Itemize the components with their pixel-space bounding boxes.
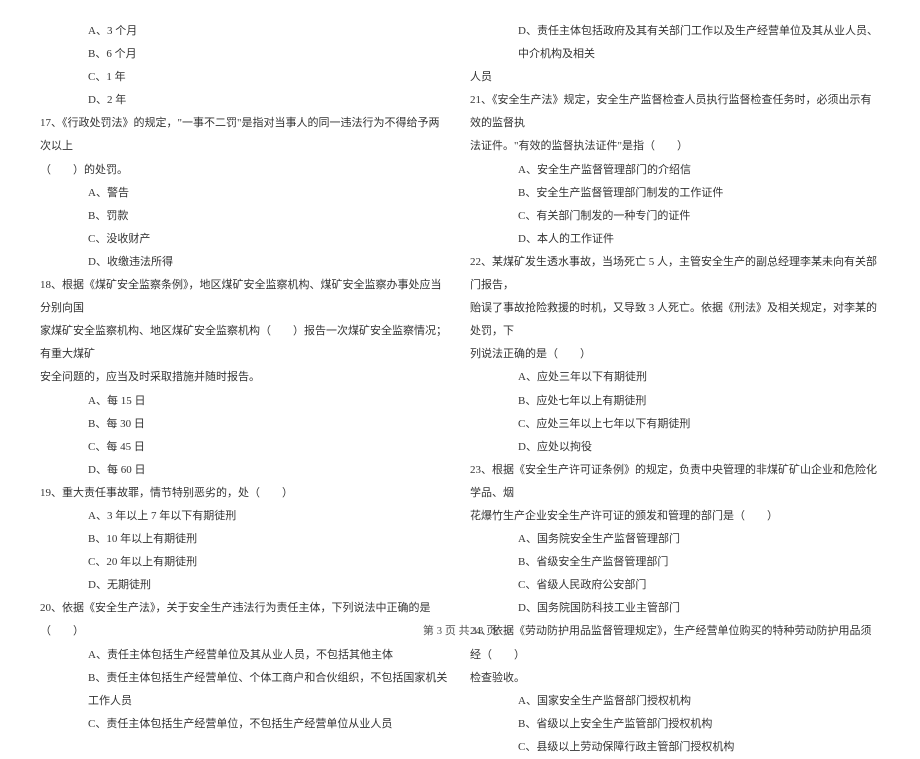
- text-line: C、责任主体包括生产经营单位，不包括生产经营单位从业人员: [40, 713, 450, 736]
- text-line: 19、重大责任事故罪，情节特别恶劣的，处（ ）: [40, 482, 450, 505]
- text-line: B、罚款: [40, 205, 450, 228]
- text-line: B、省级以上安全生产监管部门授权机构: [470, 713, 880, 736]
- text-line: D、责任主体包括政府及其有关部门工作以及生产经营单位及其从业人员、中介机构及相关: [470, 20, 880, 66]
- text-line: B、责任主体包括生产经营单位、个体工商户和合伙组织，不包括国家机关工作人员: [40, 667, 450, 713]
- text-line: 17、《行政处罚法》的规定，"一事不二罚"是指对当事人的同一违法行为不得给予两次…: [40, 112, 450, 158]
- text-line: D、本人的工作证件: [470, 228, 880, 251]
- text-line: B、安全生产监督管理部门制发的工作证件: [470, 182, 880, 205]
- text-line: A、警告: [40, 182, 450, 205]
- text-line: D、2 年: [40, 89, 450, 112]
- text-line: 23、根据《安全生产许可证条例》的规定，负责中央管理的非煤矿矿山企业和危险化学品…: [470, 459, 880, 505]
- right-column: D、责任主体包括政府及其有关部门工作以及生产经营单位及其从业人员、中介机构及相关…: [470, 20, 880, 600]
- text-line: C、有关部门制发的一种专门的证件: [470, 205, 880, 228]
- text-line: 法证件。"有效的监督执法证件"是指（ ）: [470, 135, 880, 158]
- page-footer: 第 3 页 共 13 页: [0, 622, 920, 638]
- text-line: A、每 15 日: [40, 390, 450, 413]
- text-line: C、省级人民政府公安部门: [470, 574, 880, 597]
- text-line: B、省级安全生产监督管理部门: [470, 551, 880, 574]
- text-line: A、国务院安全生产监督管理部门: [470, 528, 880, 551]
- text-line: A、责任主体包括生产经营单位及其从业人员，不包括其他主体: [40, 644, 450, 667]
- text-line: D、应处以拘役: [470, 436, 880, 459]
- text-line: B、10 年以上有期徒刑: [40, 528, 450, 551]
- page-content: A、3 个月B、6 个月C、1 年D、2 年17、《行政处罚法》的规定，"一事不…: [40, 20, 880, 600]
- text-line: A、安全生产监督管理部门的介绍信: [470, 159, 880, 182]
- text-line: 安全问题的，应当及时采取措施并随时报告。: [40, 366, 450, 389]
- text-line: C、应处三年以上七年以下有期徒刑: [470, 413, 880, 436]
- text-line: C、1 年: [40, 66, 450, 89]
- text-line: A、3 个月: [40, 20, 450, 43]
- text-line: 列说法正确的是（ ）: [470, 343, 880, 366]
- text-line: C、没收财产: [40, 228, 450, 251]
- text-line: D、国务院国防科技工业主管部门: [470, 597, 880, 620]
- text-line: B、每 30 日: [40, 413, 450, 436]
- left-column: A、3 个月B、6 个月C、1 年D、2 年17、《行政处罚法》的规定，"一事不…: [40, 20, 450, 600]
- text-line: 家煤矿安全监察机构、地区煤矿安全监察机构（ ）报告一次煤矿安全监察情况；有重大煤…: [40, 320, 450, 366]
- text-line: D、无期徒刑: [40, 574, 450, 597]
- text-line: C、20 年以上有期徒刑: [40, 551, 450, 574]
- text-line: 检查验收。: [470, 667, 880, 690]
- text-line: 贻误了事故抢险救援的时机，又导致 3 人死亡。依据《刑法》及相关规定，对李某的处…: [470, 297, 880, 343]
- text-line: D、收缴违法所得: [40, 251, 450, 274]
- text-line: A、国家安全生产监督部门授权机构: [470, 690, 880, 713]
- text-line: 18、根据《煤矿安全监察条例》，地区煤矿安全监察机构、煤矿安全监察办事处应当分别…: [40, 274, 450, 320]
- text-line: A、应处三年以下有期徒刑: [470, 366, 880, 389]
- text-line: B、6 个月: [40, 43, 450, 66]
- text-line: 22、某煤矿发生透水事故，当场死亡 5 人，主管安全生产的副总经理李某未向有关部…: [470, 251, 880, 297]
- text-line: （ ）的处罚。: [40, 159, 450, 182]
- text-line: B、应处七年以上有期徒刑: [470, 390, 880, 413]
- text-line: C、县级以上劳动保障行政主管部门授权机构: [470, 736, 880, 759]
- text-line: A、3 年以上 7 年以下有期徒刑: [40, 505, 450, 528]
- text-line: 花爆竹生产企业安全生产许可证的颁发和管理的部门是（ ）: [470, 505, 880, 528]
- text-line: 人员: [470, 66, 880, 89]
- text-line: D、每 60 日: [40, 459, 450, 482]
- text-line: C、每 45 日: [40, 436, 450, 459]
- text-line: 21、《安全生产法》规定，安全生产监督检查人员执行监督检查任务时，必须出示有效的…: [470, 89, 880, 135]
